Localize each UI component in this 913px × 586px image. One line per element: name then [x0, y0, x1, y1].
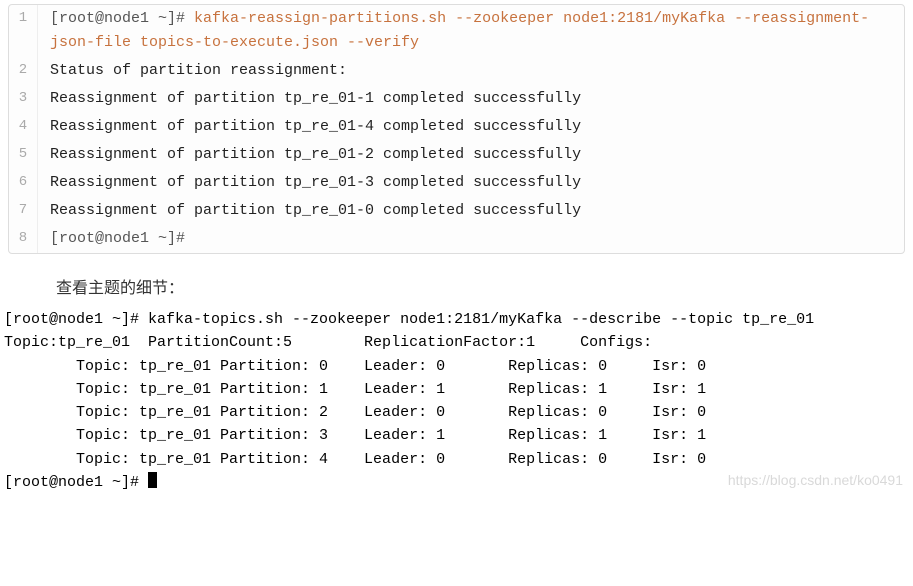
line-number: 1	[9, 5, 38, 57]
shell-prompt: [root@node1 ~]#	[4, 474, 148, 491]
line-number: 7	[9, 197, 38, 225]
code-line: 5Reassignment of partition tp_re_01-2 co…	[9, 141, 904, 169]
code-content: [root@node1 ~]# kafka-reassign-partition…	[38, 5, 905, 57]
code-content: [root@node1 ~]#	[38, 225, 905, 253]
shell-prompt: [root@node1 ~]#	[50, 230, 185, 247]
line-number: 6	[9, 169, 38, 197]
code-block: 1[root@node1 ~]# kafka-reassign-partitio…	[8, 4, 905, 254]
code-line: 4Reassignment of partition tp_re_01-4 co…	[9, 113, 904, 141]
terminal-output: [root@node1 ~]# kafka-topics.sh --zookee…	[4, 308, 909, 494]
code-line: 2Status of partition reassignment:	[9, 57, 904, 85]
code-content: Reassignment of partition tp_re_01-2 com…	[38, 141, 905, 169]
cursor-icon	[148, 472, 157, 488]
code-content: Reassignment of partition tp_re_01-1 com…	[38, 85, 905, 113]
code-line: 3Reassignment of partition tp_re_01-1 co…	[9, 85, 904, 113]
code-content: Reassignment of partition tp_re_01-4 com…	[38, 113, 905, 141]
code-line: 8 [root@node1 ~]#	[9, 225, 904, 253]
line-number: 2	[9, 57, 38, 85]
line-number: 3	[9, 85, 38, 113]
code-content: Status of partition reassignment:	[38, 57, 905, 85]
code-table: 1[root@node1 ~]# kafka-reassign-partitio…	[9, 5, 904, 253]
caption-text: 查看主题的细节：	[56, 274, 913, 298]
code-line: 6Reassignment of partition tp_re_01-3 co…	[9, 169, 904, 197]
code-content: Reassignment of partition tp_re_01-3 com…	[38, 169, 905, 197]
line-number: 5	[9, 141, 38, 169]
code-line: 1[root@node1 ~]# kafka-reassign-partitio…	[9, 5, 904, 57]
code-line: 7Reassignment of partition tp_re_01-0 co…	[9, 197, 904, 225]
line-number: 4	[9, 113, 38, 141]
code-content: Reassignment of partition tp_re_01-0 com…	[38, 197, 905, 225]
shell-prompt: [root@node1 ~]#	[50, 10, 185, 27]
line-number: 8	[9, 225, 38, 253]
